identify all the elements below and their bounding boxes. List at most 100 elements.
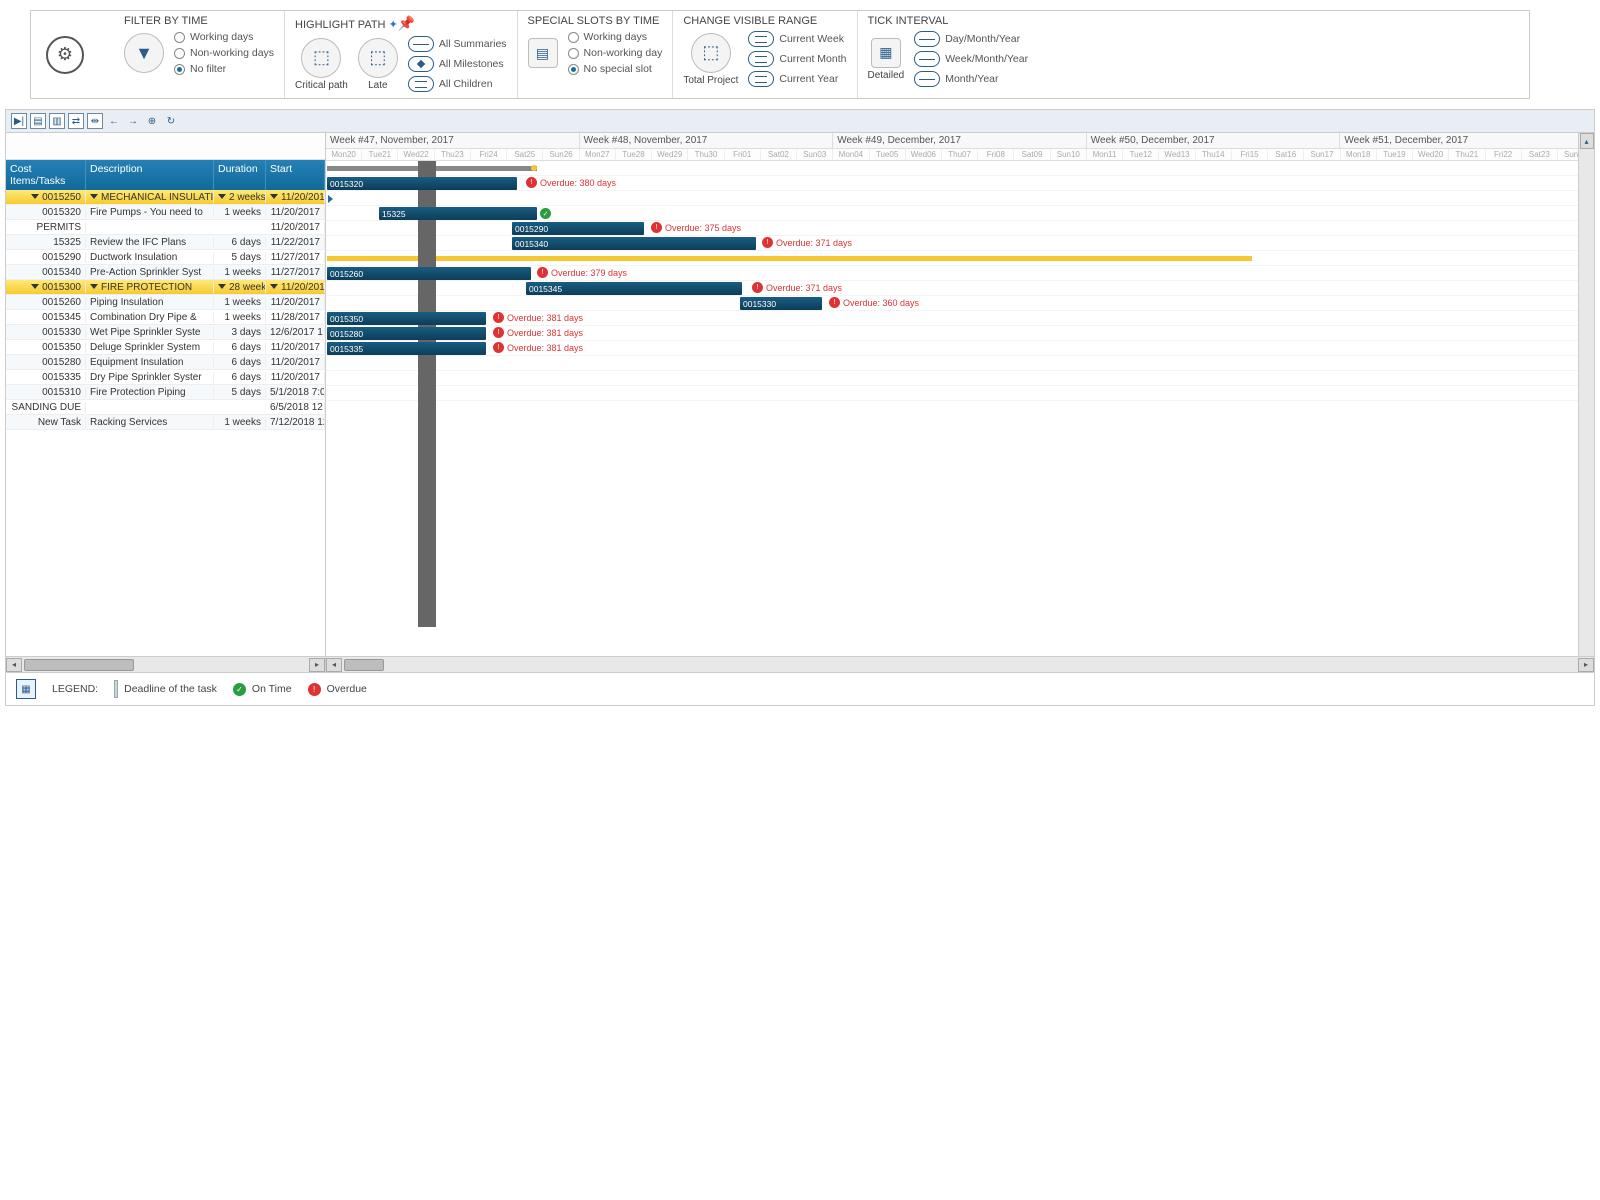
filter-icon[interactable]: ▼ [124, 33, 164, 73]
vertical-scrollbar[interactable]: ▴ [1578, 133, 1594, 656]
task-bar[interactable]: 0015280 [327, 327, 486, 340]
table-row[interactable]: 0015335Dry Pipe Sprinkler Syster6 days11… [6, 370, 325, 385]
radio-non-working-days[interactable]: Non-working days [174, 47, 274, 59]
table-row[interactable]: 0015300FIRE PROTECTION28 weeks11/20/2017… [6, 280, 325, 295]
col-desc[interactable]: Description [86, 160, 214, 190]
goto-start-icon[interactable]: ▶| [11, 113, 27, 129]
all-summaries-link[interactable]: All Summaries [408, 36, 507, 52]
current-week-link[interactable]: Current Week [748, 31, 846, 47]
gantt-row: 0015335!Overdue: 381 days [326, 341, 1594, 356]
task-bar[interactable]: 0015345 [526, 282, 742, 295]
cell-dur: 3 days [214, 327, 266, 338]
table-row[interactable]: 0015250MECHANICAL INSULATION2 weeks, 311… [6, 190, 325, 205]
table-row[interactable]: 0015320Fire Pumps - You need to1 weeks11… [6, 205, 325, 220]
gantt-h-scrollbar[interactable]: ◂ ▸ [326, 656, 1594, 672]
col-start[interactable]: Start [266, 160, 325, 190]
scroll-up-icon[interactable]: ▴ [1580, 133, 1594, 149]
table-row[interactable]: New TaskRacking Services1 weeks7/12/2018… [6, 415, 325, 430]
zoom-icon[interactable]: ⊕ [144, 113, 160, 129]
all-children-link[interactable]: All Children [408, 76, 507, 92]
gantt-row [326, 251, 1594, 266]
radio-working-days[interactable]: Working days [174, 31, 274, 43]
gantt-area[interactable]: 0015320!Overdue: 380 days15325✓0015290!O… [326, 161, 1594, 627]
gantt-row: 0015330 !Overdue: 360 days [326, 296, 1594, 311]
scroll-left-icon[interactable]: ◂ [326, 658, 342, 672]
fwd-arrow-icon[interactable]: → [125, 113, 141, 129]
overdue-dot-icon: ! [493, 327, 504, 338]
day-header: Thu14 [1196, 149, 1232, 160]
table-row[interactable]: 0015340Pre-Action Sprinkler Syst1 weeks1… [6, 265, 325, 280]
gear-icon[interactable]: ⚙ [46, 36, 84, 74]
task-bar[interactable]: 15325 [379, 207, 537, 220]
all-milestones-link[interactable]: All Milestones [408, 56, 507, 72]
table-row[interactable]: SANDING DUE6/5/2018 12 [6, 400, 325, 415]
gantt-row [326, 371, 1594, 386]
refresh-icon[interactable]: ↻ [163, 113, 179, 129]
my-link[interactable]: Month/Year [914, 71, 1028, 87]
table-row[interactable]: 0015310Fire Protection Piping5 days5/1/2… [6, 385, 325, 400]
cell-id: New Task [6, 417, 86, 428]
task-bar[interactable]: 0015290 [512, 222, 644, 235]
back-arrow-icon[interactable]: ← [106, 113, 122, 129]
total-project-button[interactable]: ⬚ [691, 33, 731, 73]
day-header: Sat09 [1014, 149, 1050, 160]
summary-bar[interactable] [327, 256, 1252, 261]
tick-interval-group: TICK INTERVAL ▦Detailed Day/Month/Year W… [857, 11, 1039, 98]
task-bar[interactable]: 0015340 [512, 237, 756, 250]
table-h-scrollbar[interactable]: ◂ ▸ [6, 656, 326, 672]
table-row[interactable]: 0015345Combination Dry Pipe &1 weeks11/2… [6, 310, 325, 325]
cell-start: 12/6/2017 1 [266, 327, 325, 338]
table-row[interactable]: 0015290Ductwork Insulation5 days11/27/20… [6, 250, 325, 265]
legend-toggle-icon[interactable]: ▦ [16, 679, 36, 699]
cell-desc: MECHANICAL INSULATION [86, 192, 214, 203]
radio-slot-working[interactable]: Working days [568, 31, 663, 43]
task-bar[interactable]: 0015260 [327, 267, 531, 280]
day-header: Thu07 [942, 149, 978, 160]
task-bar[interactable]: 0015330 [740, 297, 822, 310]
radio-slot-none[interactable]: No special slot [568, 63, 663, 75]
cell-desc: Ductwork Insulation [86, 252, 214, 263]
table-row[interactable]: PERMITS11/20/2017 [6, 220, 325, 235]
task-bar[interactable]: 0015350 [327, 312, 486, 325]
cell-id: 0015350 [6, 342, 86, 353]
scroll-left-icon[interactable]: ◂ [6, 658, 22, 672]
table-row[interactable]: 15325Review the IFC Plans6 days11/22/201… [6, 235, 325, 250]
overdue-dot-icon: ! [537, 267, 548, 278]
cell-dur: 1 weeks [214, 207, 266, 218]
slot-icon[interactable]: ▤ [528, 38, 558, 68]
dmy-link[interactable]: Day/Month/Year [914, 31, 1028, 47]
cell-start: 11/27/2017 [266, 267, 325, 278]
day-header: Mon20 [326, 149, 362, 160]
detailed-button[interactable]: ▦ [871, 38, 901, 68]
cell-id: 15325 [6, 237, 86, 248]
critical-path-button[interactable]: ⬚ [301, 38, 341, 78]
task-bar[interactable]: 0015320 [327, 177, 517, 190]
table-row[interactable]: 0015330Wet Pipe Sprinkler Syste3 days12/… [6, 325, 325, 340]
cell-dur: 1 weeks [214, 312, 266, 323]
collapse-icon[interactable]: ▤ [30, 113, 46, 129]
late-button[interactable]: ⬚ [358, 38, 398, 78]
cell-desc: Equipment Insulation [86, 357, 214, 368]
radio-no-filter[interactable]: No filter [174, 63, 274, 75]
overdue-label: !Overdue: 360 days [829, 297, 919, 308]
table-row[interactable]: 0015280Equipment Insulation6 days11/20/2… [6, 355, 325, 370]
expand-icon[interactable]: ▥ [49, 113, 65, 129]
cell-dur: 6 days [214, 342, 266, 353]
scroll-thumb[interactable] [24, 659, 134, 671]
table-row[interactable]: 0015350Deluge Sprinkler System6 days11/2… [6, 340, 325, 355]
task-bar[interactable]: 0015335 [327, 342, 486, 355]
link-icon[interactable]: ⇄ [68, 113, 84, 129]
milestone-mark-icon [328, 195, 333, 203]
scroll-thumb[interactable] [344, 659, 384, 671]
table-row[interactable]: 0015260Piping Insulation1 weeks11/20/201… [6, 295, 325, 310]
col-task[interactable]: Cost Items/Tasks [6, 160, 86, 190]
current-year-link[interactable]: Current Year [748, 71, 846, 87]
scroll-right-icon[interactable]: ▸ [1578, 658, 1594, 672]
scroll-right-icon[interactable]: ▸ [309, 658, 325, 672]
wmy-link[interactable]: Week/Month/Year [914, 51, 1028, 67]
unlink-icon[interactable]: ⇹ [87, 113, 103, 129]
radio-slot-nonworking[interactable]: Non-working day [568, 47, 663, 59]
overdue-dot-icon: ! [493, 342, 504, 353]
current-month-link[interactable]: Current Month [748, 51, 846, 67]
col-dur[interactable]: Duration [214, 160, 266, 190]
